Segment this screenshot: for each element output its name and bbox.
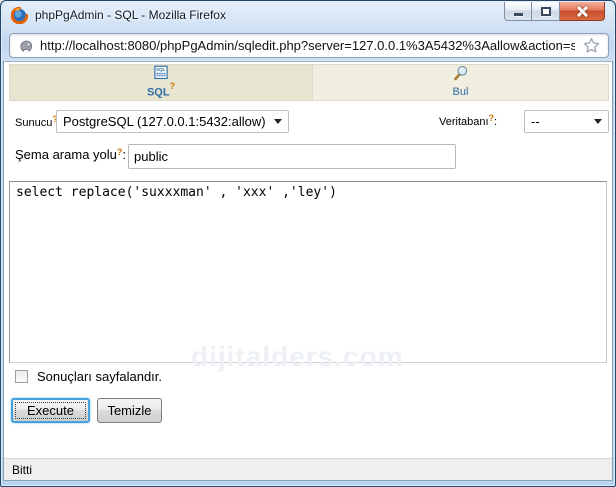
database-label: Veritabanı?: — [439, 113, 497, 128]
server-label: Sunucu?: — [15, 114, 61, 129]
server-select[interactable]: PostgreSQL (127.0.0.1:5432:allow) — [56, 110, 289, 133]
sql-help-marker[interactable]: ? — [170, 81, 176, 91]
schema-search-path-input[interactable] — [128, 144, 456, 169]
bookmark-star-icon[interactable] — [583, 37, 600, 54]
browser-chrome: phpPgAdmin - SQL - Mozilla Firefox http:… — [2, 2, 614, 61]
url-text[interactable]: http://localhost:8080/phpPgAdmin/sqledit… — [40, 38, 575, 53]
database-select-value: -- — [531, 114, 588, 129]
maximize-icon — [541, 7, 551, 16]
schema-label: Şema arama yolu?: — [15, 147, 126, 162]
svg-text:SQL: SQL — [156, 67, 166, 72]
url-bar[interactable]: http://localhost:8080/phpPgAdmin/sqledit… — [9, 33, 609, 58]
status-bar: Bitti — [4, 458, 612, 480]
firefox-icon — [11, 7, 28, 24]
postgresql-favicon — [18, 38, 34, 54]
paginate-checkbox[interactable] — [15, 370, 28, 383]
tab-find[interactable]: Bul — [313, 64, 609, 101]
firefox-window: phpPgAdmin - SQL - Mozilla Firefox http:… — [0, 0, 616, 487]
page-content: SQL SQL? Bul — [3, 61, 613, 481]
window-controls — [504, 2, 605, 21]
maximize-button[interactable] — [532, 2, 560, 21]
status-text: Bitti — [12, 463, 32, 477]
execute-button[interactable]: Execute — [11, 398, 90, 423]
paginate-row: Sonuçları sayfalandır. — [15, 369, 162, 384]
chevron-down-icon — [594, 119, 602, 124]
tab-sql[interactable]: SQL SQL? — [9, 64, 313, 101]
close-button[interactable] — [560, 2, 605, 21]
tab-strip: SQL SQL? Bul — [9, 64, 609, 101]
minimize-button[interactable] — [504, 2, 532, 21]
paginate-label: Sonuçları sayfalandır. — [37, 369, 162, 384]
titlebar[interactable]: phpPgAdmin - SQL - Mozilla Firefox — [2, 2, 614, 29]
sql-document-icon: SQL — [152, 65, 170, 80]
tab-find-label: Bul — [453, 86, 469, 98]
chevron-down-icon — [274, 119, 282, 124]
database-select[interactable]: -- — [524, 110, 609, 133]
tab-sql-label: SQL — [147, 86, 170, 98]
window-title: phpPgAdmin - SQL - Mozilla Firefox — [35, 8, 226, 22]
minimize-icon — [514, 13, 523, 16]
magnifier-icon — [452, 65, 470, 81]
close-icon — [576, 5, 588, 17]
server-select-value: PostgreSQL (127.0.0.1:5432:allow) — [63, 114, 268, 129]
sql-query-textarea[interactable]: select replace('suxxxman' , 'xxx' ,'ley'… — [9, 181, 607, 363]
clear-button[interactable]: Temizle — [97, 398, 162, 423]
